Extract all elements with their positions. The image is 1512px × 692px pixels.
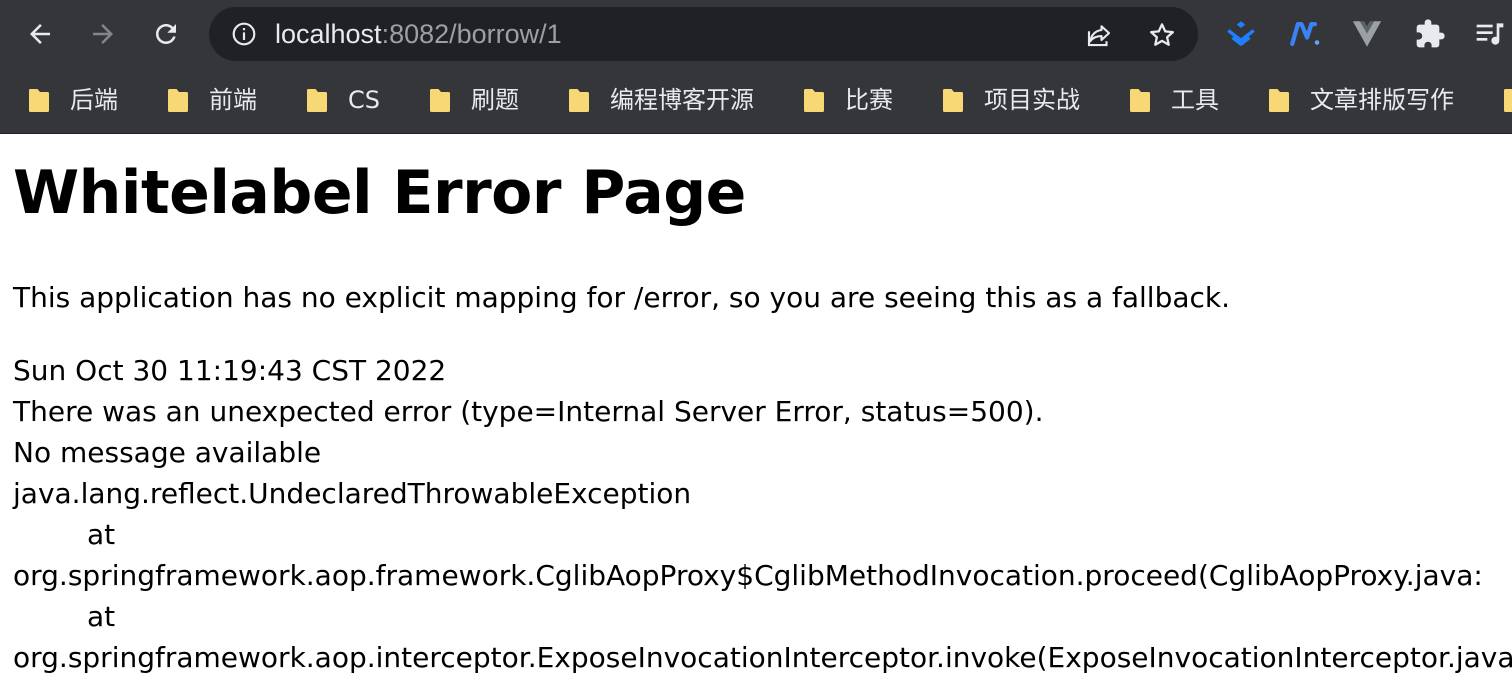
error-summary: There was an unexpected error (type=Inte… xyxy=(13,395,1044,428)
bookmark-folder[interactable]: 文章排版写作 xyxy=(1240,78,1468,122)
bookmark-folder[interactable]: CS xyxy=(278,78,394,122)
address-bar[interactable]: localhost:8082/borrow/1 xyxy=(209,7,1198,61)
url-path: :8082/borrow/1 xyxy=(381,19,562,49)
extension-button-1[interactable] xyxy=(1223,16,1259,52)
bookmark-label: 文章排版写作 xyxy=(1310,86,1454,114)
browser-toolbar: localhost:8082/borrow/1 xyxy=(0,0,1512,68)
url-text[interactable]: localhost:8082/borrow/1 xyxy=(275,19,562,49)
site-info-button[interactable] xyxy=(230,20,258,48)
back-button[interactable] xyxy=(18,12,62,56)
bookmark-folder[interactable]: 编程博客开源 xyxy=(540,78,768,122)
bookmark-label: CS xyxy=(348,86,380,114)
bookmark-folder[interactable]: 前端 xyxy=(139,78,271,122)
extensions-puzzle-icon xyxy=(1416,19,1445,48)
folder-icon xyxy=(307,88,327,112)
star-icon xyxy=(1150,23,1174,46)
exception-name: java.lang.reflect.UndeclaredThrowableExc… xyxy=(13,477,692,510)
bookmark-label: 比赛 xyxy=(845,86,893,114)
bookmark-folder[interactable]: 网课 xyxy=(1475,78,1512,122)
bookmark-folder[interactable]: 后端 xyxy=(0,78,132,122)
folder-icon xyxy=(1269,88,1289,112)
folder-icon xyxy=(804,88,824,112)
browser-chrome: localhost:8082/borrow/1 后端 前端 CS 刷题 编程博客… xyxy=(0,0,1512,134)
bookmark-folder[interactable]: 刷题 xyxy=(401,78,533,122)
stack-trace-at: at xyxy=(87,600,116,633)
bookmark-star-button[interactable] xyxy=(1146,19,1178,51)
folder-icon xyxy=(168,88,188,112)
bookmark-label: 项目实战 xyxy=(984,86,1080,114)
page-title: Whitelabel Error Page xyxy=(13,158,746,228)
folder-icon xyxy=(943,88,963,112)
error-message: No message available xyxy=(13,436,322,469)
bookmark-label: 编程博客开源 xyxy=(610,86,754,114)
bookmarks-list: 后端 前端 CS 刷题 编程博客开源 比赛 项目实战 工具 文章排版写作 xyxy=(0,68,1512,132)
folder-icon xyxy=(1504,88,1512,112)
bookmark-label: 刷题 xyxy=(471,86,519,114)
fallback-message: This application has no explicit mapping… xyxy=(13,281,1231,314)
folder-icon xyxy=(430,88,450,112)
reading-list-button[interactable] xyxy=(1472,16,1508,52)
extensions-menu-button[interactable] xyxy=(1412,16,1448,52)
forward-button[interactable] xyxy=(81,12,125,56)
share-button[interactable] xyxy=(1083,19,1115,51)
extension-blue-n-icon xyxy=(1290,21,1320,47)
stack-trace-frame: org.springframework.aop.interceptor.Expo… xyxy=(13,641,1512,674)
info-icon xyxy=(232,22,256,46)
url-host: localhost xyxy=(275,19,382,49)
folder-icon xyxy=(569,88,589,112)
extension-button-3[interactable] xyxy=(1349,16,1385,52)
folder-icon xyxy=(29,88,49,112)
bookmark-label: 后端 xyxy=(70,86,118,114)
error-details: Sun Oct 30 11:19:43 CST 2022 There was a… xyxy=(13,350,1512,678)
reload-icon xyxy=(156,24,176,44)
stack-trace-at: at xyxy=(87,518,116,551)
bookmark-folder[interactable]: 比赛 xyxy=(775,78,907,122)
arrow-right-icon xyxy=(93,24,113,44)
error-timestamp: Sun Oct 30 11:19:43 CST 2022 xyxy=(13,354,447,387)
arrow-left-icon xyxy=(30,24,50,44)
bookmark-folder[interactable]: 工具 xyxy=(1101,78,1233,122)
bookmarks-bar: 后端 前端 CS 刷题 编程博客开源 比赛 项目实战 工具 文章排版写作 xyxy=(0,68,1512,132)
page-content: Whitelabel Error Page This application h… xyxy=(0,134,1512,692)
share-icon xyxy=(1087,25,1111,47)
folder-icon xyxy=(1130,88,1150,112)
extension-blue-chevrons-icon xyxy=(1227,21,1255,46)
bookmark-folder[interactable]: 项目实战 xyxy=(914,78,1094,122)
extension-button-2[interactable] xyxy=(1287,16,1323,52)
extension-vue-icon xyxy=(1352,21,1382,47)
stack-trace-frame: org.springframework.aop.framework.CglibA… xyxy=(13,559,1483,592)
reload-button[interactable] xyxy=(144,12,188,56)
bookmark-label: 前端 xyxy=(209,86,257,114)
reading-list-icon xyxy=(1476,23,1504,45)
bookmark-label: 工具 xyxy=(1171,86,1219,114)
